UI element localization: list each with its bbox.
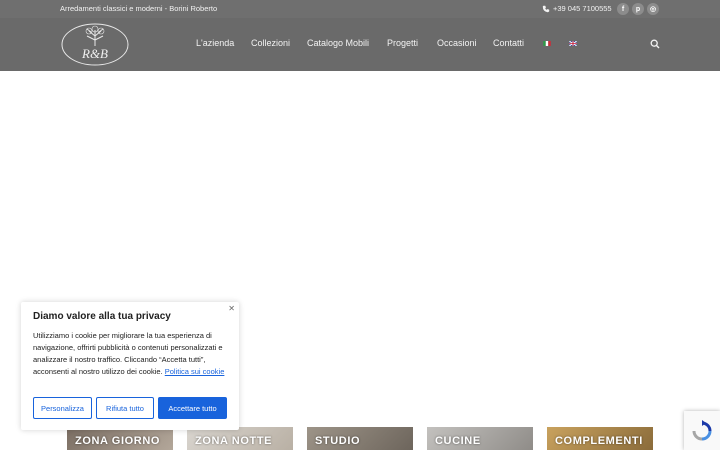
nav-collezioni[interactable]: Collezioni: [251, 38, 290, 48]
category-label: ZONA NOTTE: [195, 435, 273, 447]
cookie-policy-link[interactable]: Politica sui cookie: [165, 367, 225, 376]
phone-icon: [542, 5, 550, 12]
nav-contatti[interactable]: Contatti: [493, 38, 524, 48]
cookie-text-block: Utilizziamo i cookie per migliorare la t…: [33, 330, 233, 378]
reject-all-button[interactable]: Rifiuta tutto: [96, 397, 154, 419]
italian-flag-icon[interactable]: [543, 41, 551, 46]
top-bar: Arredamenti classici e moderni - Borini …: [0, 0, 720, 18]
nav-catalogo-mobili[interactable]: Catalogo Mobili: [307, 38, 369, 48]
recaptcha-icon: [692, 419, 712, 440]
cookie-consent-banner: ✕ Diamo valore alla tua privacy Utilizzi…: [21, 302, 239, 430]
english-flag-icon[interactable]: [569, 41, 577, 46]
category-label: COMPLEMENTI: [555, 435, 643, 447]
site-logo[interactable]: R&B: [60, 22, 130, 67]
pinterest-icon[interactable]: p: [632, 3, 644, 15]
main-header: R&B L'azienda Collezioni Catalogo Mobili…: [0, 18, 720, 71]
phone-number: +39 045 7100555: [553, 4, 612, 13]
category-studio[interactable]: STUDIO: [307, 427, 413, 450]
accept-all-button[interactable]: Accettare tutto: [158, 397, 227, 419]
close-icon[interactable]: ✕: [228, 304, 235, 313]
customize-button[interactable]: Personalizza: [33, 397, 92, 419]
search-icon[interactable]: [650, 39, 660, 49]
nav-azienda[interactable]: L'azienda: [196, 38, 234, 48]
phone-contact[interactable]: +39 045 7100555: [542, 4, 612, 13]
facebook-icon[interactable]: f: [617, 3, 629, 15]
category-label: ZONA GIORNO: [75, 435, 161, 447]
category-label: CUCINE: [435, 435, 481, 447]
site-tagline: Arredamenti classici e moderni - Borini …: [60, 4, 218, 13]
cookie-title: Diamo valore alla tua privacy: [33, 311, 171, 322]
recaptcha-badge[interactable]: [684, 411, 720, 450]
category-cucine[interactable]: CUCINE: [427, 427, 533, 450]
instagram-icon[interactable]: ◎: [647, 3, 659, 15]
nav-progetti[interactable]: Progetti: [387, 38, 418, 48]
nav-occasioni[interactable]: Occasioni: [437, 38, 477, 48]
logo-text: R&B: [81, 46, 108, 61]
category-label: STUDIO: [315, 435, 361, 447]
category-zona-giorno[interactable]: ZONA GIORNO: [67, 427, 173, 450]
category-zona-notte[interactable]: ZONA NOTTE: [187, 427, 293, 450]
category-complementi[interactable]: COMPLEMENTI: [547, 427, 653, 450]
